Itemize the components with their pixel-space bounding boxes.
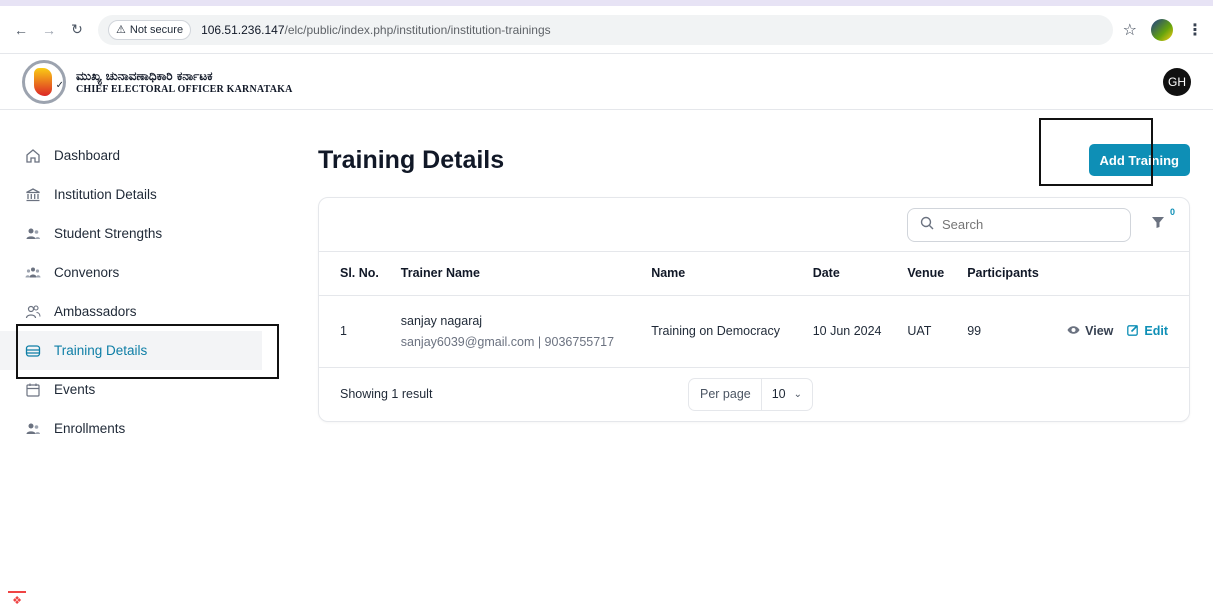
column-header-sl-no[interactable]: Sl. No. — [319, 252, 401, 295]
cell-actions: View Edit — [1067, 295, 1189, 367]
column-header-name[interactable]: Name — [651, 252, 813, 295]
sidebar-item-label: Dashboard — [54, 148, 121, 163]
column-header-venue[interactable]: Venue — [907, 252, 967, 295]
brand-name-english: CHIEF ELECTORAL OFFICER KARNATAKA — [76, 83, 293, 95]
emblem-icon: ✓ — [20, 58, 68, 106]
sidebar-item-label: Enrollments — [54, 421, 126, 436]
edit-icon — [1127, 324, 1139, 339]
sidebar-item-convenors[interactable]: Convenors — [0, 253, 280, 292]
security-label: Not secure — [129, 23, 184, 36]
view-button[interactable]: View — [1067, 324, 1113, 338]
cell-venue: UAT — [907, 324, 932, 338]
enrollments-icon — [24, 420, 42, 438]
cell-participants: 99 — [967, 324, 982, 338]
per-page-value: 10 — [771, 387, 786, 401]
eye-icon — [1067, 324, 1080, 338]
filter-icon — [1151, 215, 1165, 234]
security-chip[interactable]: ⚠ Not secure — [108, 19, 192, 40]
sidebar-item-institution-details[interactable]: Institution Details — [0, 175, 280, 214]
address-bar[interactable]: ⚠ Not secure 106.51.236.147/elc/public/i… — [98, 14, 1113, 45]
filter-button[interactable]: 0 — [1149, 207, 1175, 234]
search-input[interactable] — [942, 217, 1112, 232]
table-toolbar: 0 — [319, 198, 1189, 252]
main-content: Training Details Add Training 0 — [280, 110, 1213, 609]
per-page-label: Per page — [689, 378, 762, 410]
trainer-contact: sanjay6039@gmail.com | 9036755717 — [400, 334, 615, 349]
forward-arrow-icon[interactable]: → — [38, 19, 60, 41]
cell-name: Training on Democracy — [651, 324, 780, 338]
calendar-icon — [24, 381, 42, 399]
group-icon — [24, 264, 42, 282]
user-avatar[interactable]: GH — [1163, 67, 1191, 96]
app-header: ✓ ಮುಖ್ಯ ಚುನಾವಣಾಧಿಕಾರಿ ಕರ್ನಾಟಕ CHIEF ELEC… — [0, 54, 1213, 110]
chevron-down-icon: ⌄ — [793, 388, 803, 400]
trainer-name: sanjay nagaraj — [400, 313, 483, 328]
result-count: Showing 1 result — [340, 387, 433, 401]
edit-button[interactable]: Edit — [1127, 324, 1168, 339]
sidebar-item-label: Convenors — [54, 265, 120, 280]
page-title: Training Details — [318, 145, 505, 174]
table-header-row: Sl. No. Trainer Name Name Date Venue Par… — [319, 252, 1189, 295]
search-box[interactable] — [907, 207, 1131, 242]
url-path: /elc/public/index.php/institution/instit… — [284, 22, 551, 37]
column-header-date[interactable]: Date — [813, 252, 908, 295]
add-training-highlight — [1039, 118, 1153, 186]
url-host: 106.51.236.147 — [201, 22, 285, 37]
column-header-participants[interactable]: Participants — [967, 252, 1067, 295]
per-page-select[interactable]: Per page 10 ⌄ — [688, 377, 814, 411]
sidebar-item-label: Student Strengths — [54, 226, 163, 241]
column-header-actions — [1067, 252, 1189, 295]
laravel-icon[interactable]: ❖ — [8, 591, 26, 607]
brand-logo[interactable]: ✓ ಮುಖ್ಯ ಚುನಾವಣಾಧಿಕಾರಿ ಕರ್ನಾಟಕ CHIEF ELEC… — [20, 58, 293, 106]
browser-profile-icon[interactable] — [1151, 18, 1173, 41]
column-header-trainer-name[interactable]: Trainer Name — [401, 252, 651, 295]
home-icon — [24, 147, 42, 165]
training-details-highlight — [16, 324, 279, 379]
edit-label: Edit — [1144, 324, 1168, 338]
filter-count-badge: 0 — [1169, 206, 1175, 217]
cell-date: 10 Jun 2024 — [812, 324, 882, 338]
view-label: View — [1085, 324, 1114, 338]
users-icon — [24, 225, 42, 243]
warning-icon: ⚠ — [116, 24, 126, 36]
back-arrow-icon[interactable]: ← — [10, 19, 32, 41]
sidebar-item-label: Institution Details — [54, 187, 157, 202]
sidebar-item-student-strengths[interactable]: Student Strengths — [0, 214, 280, 253]
sidebar: Dashboard Institution Details Student St… — [0, 110, 280, 609]
sidebar-item-enrollments[interactable]: Enrollments — [0, 409, 280, 448]
brand-name-kannada: ಮುಖ್ಯ ಚುನಾವಣಾಧಿಕಾರಿ ಕರ್ನಾಟಕ — [76, 68, 213, 83]
cell-sl-no: 1 — [340, 324, 347, 338]
search-icon — [920, 216, 934, 233]
trainings-card: 0 Sl. No. Trainer Name Name Date Venue P… — [318, 197, 1190, 422]
cell-trainer: sanjay nagaraj sanjay6039@gmail.com | 90… — [401, 295, 651, 367]
bookmark-star-icon[interactable]: ☆ — [1123, 20, 1137, 40]
sidebar-item-label: Ambassadors — [54, 304, 137, 319]
table-footer: Showing 1 result Per page 10 ⌄ — [319, 368, 1189, 421]
table-row: 1 sanjay nagaraj sanjay6039@gmail.com | … — [319, 295, 1189, 367]
reload-icon[interactable]: ↻ — [66, 19, 88, 41]
sidebar-item-dashboard[interactable]: Dashboard — [0, 136, 280, 175]
user-group-icon — [24, 303, 42, 321]
trainings-table: Sl. No. Trainer Name Name Date Venue Par… — [319, 252, 1189, 368]
institution-icon — [24, 186, 42, 204]
browser-menu-icon[interactable]: ⋮ — [1187, 20, 1203, 40]
browser-toolbar: ← → ↻ ⚠ Not secure 106.51.236.147/elc/pu… — [0, 6, 1213, 54]
sidebar-item-label: Events — [54, 382, 96, 397]
